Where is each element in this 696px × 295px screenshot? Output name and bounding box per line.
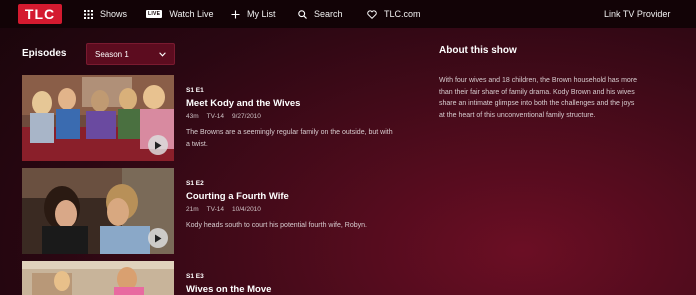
episode-meta: 21m TV-14 10/4/2010 [186, 206, 261, 213]
episode-row: S1 E1 Meet Kody and the Wives 43m TV-14 … [22, 75, 402, 161]
link-tv-provider-label: Link TV Provider [604, 9, 671, 19]
episode-thumbnail-image [22, 261, 174, 295]
link-tv-provider-button[interactable]: Link TV Provider [604, 0, 670, 28]
episode-row: S1 E2 Courting a Fourth Wife 21m TV-14 1… [22, 168, 402, 254]
nav-watch-live-label: Watch Live [169, 9, 214, 19]
chevron-down-icon [159, 51, 166, 57]
nav-shows-label: Shows [100, 9, 128, 19]
episode-duration: 43m [186, 113, 199, 120]
about-heading: About this show [439, 45, 517, 56]
episode-rating: TV-14 [206, 206, 224, 213]
plus-icon [231, 10, 240, 18]
nav-search-label: Search [314, 9, 343, 19]
episode-date: 10/4/2010 [232, 206, 261, 213]
episode-rating: TV-14 [206, 113, 224, 120]
tlc-logo[interactable]: TLC [18, 4, 62, 24]
episode-row: S1 E3 Wives on the Move [22, 261, 402, 295]
nav-tlc-com[interactable]: TLC.com [367, 0, 421, 28]
episode-title[interactable]: Wives on the Move [186, 284, 271, 295]
episode-thumbnail[interactable] [22, 75, 174, 161]
nav-watch-live[interactable]: LIVE Watch Live [146, 0, 214, 28]
nav-shows[interactable]: Shows [84, 0, 127, 28]
episode-thumbnail[interactable] [22, 168, 174, 254]
play-button[interactable] [148, 135, 168, 155]
about-description: With four wives and 18 children, the Bro… [439, 77, 638, 119]
episode-date: 9/27/2010 [232, 113, 261, 120]
play-button[interactable] [148, 228, 168, 248]
search-icon [298, 9, 307, 19]
episode-title[interactable]: Meet Kody and the Wives [186, 98, 300, 109]
nav-tlc-com-label: TLC.com [384, 9, 421, 19]
play-icon [155, 234, 162, 242]
episode-title[interactable]: Courting a Fourth Wife [186, 191, 289, 202]
live-badge: LIVE [146, 10, 163, 18]
season-dropdown[interactable]: Season 1 [86, 43, 175, 65]
grid-icon [84, 9, 93, 19]
nav-my-list-label: My List [247, 9, 276, 19]
episode-meta: 43m TV-14 9/27/2010 [186, 113, 261, 120]
top-nav-bar: TLC Shows LIVE Watch Live My List Search… [0, 0, 696, 28]
episode-description: Kody heads south to court his potential … [186, 222, 367, 229]
episodes-heading: Episodes [22, 48, 67, 59]
episode-description: The Browns are a seemingly regular famil… [186, 129, 393, 148]
episode-code: S1 E3 [186, 273, 204, 280]
nav-search[interactable]: Search [298, 0, 343, 28]
season-dropdown-value: Season 1 [95, 49, 129, 59]
heart-icon [367, 9, 377, 19]
episode-duration: 21m [186, 206, 199, 213]
episode-code: S1 E1 [186, 87, 204, 94]
play-icon [155, 141, 162, 149]
episode-code: S1 E2 [186, 180, 204, 187]
nav-my-list[interactable]: My List [231, 0, 276, 28]
episode-thumbnail[interactable] [22, 261, 174, 295]
